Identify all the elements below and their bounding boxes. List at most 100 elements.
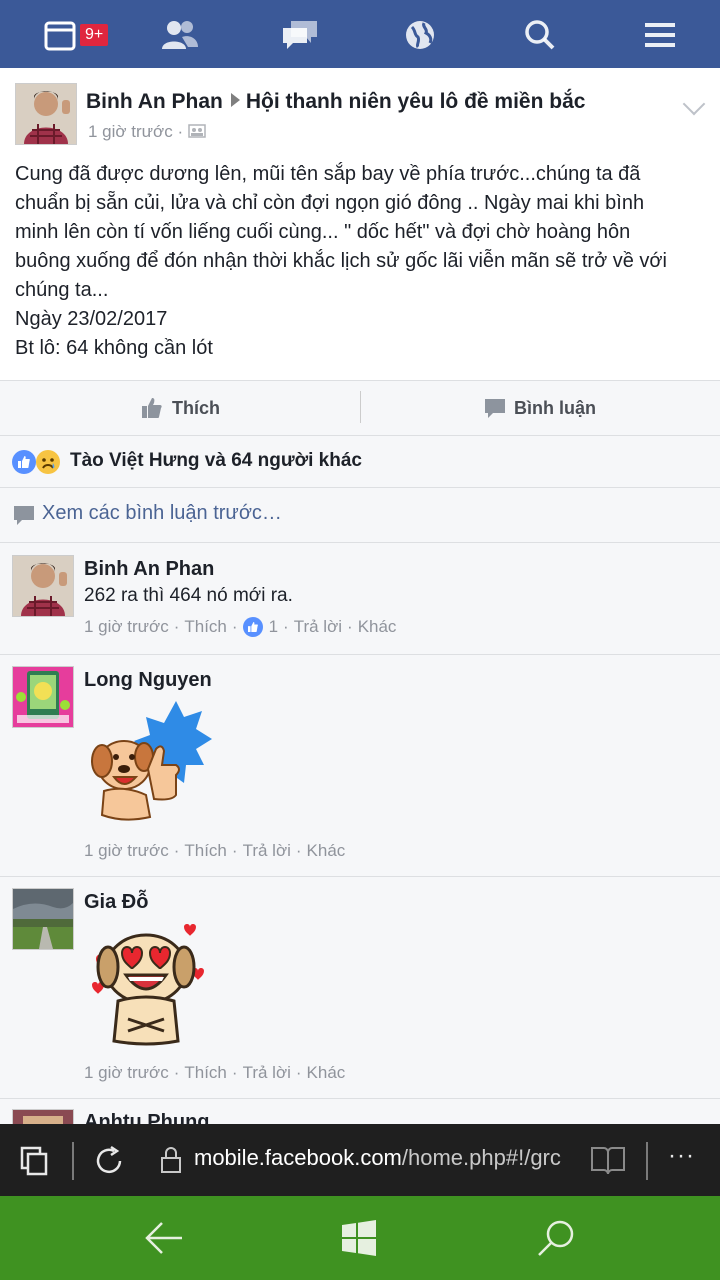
comment-more-link[interactable]: Khác	[307, 1063, 346, 1083]
commenter-avatar[interactable]	[12, 666, 74, 728]
post-timestamp: 1 giờ trước ·	[88, 122, 206, 142]
view-previous-comments[interactable]: Xem các bình luận trước…	[0, 488, 720, 543]
lock-icon	[161, 1147, 181, 1173]
comment-button[interactable]: Bình luận	[484, 381, 596, 435]
comment-time[interactable]: 1 giờ trước	[84, 617, 169, 637]
notification-badge: 9+	[78, 22, 111, 48]
comment-like-link[interactable]: Thích	[184, 617, 227, 637]
comment-reply-link[interactable]: Trả lời	[294, 617, 342, 637]
friends-icon	[162, 21, 198, 49]
notifications-button[interactable]: 9+	[30, 12, 111, 58]
meta-separator: ·	[173, 841, 180, 860]
avatar-image	[13, 667, 73, 727]
more-actions-button[interactable]: ···	[668, 1142, 695, 1170]
sad-reaction-icon	[36, 450, 60, 474]
toolbar-divider	[72, 1142, 74, 1180]
back-arrow-icon[interactable]	[144, 1220, 184, 1256]
post-header: Binh An Phan Hội thanh niên yêu lô đề miề…	[86, 90, 585, 114]
like-label: Thích	[172, 397, 220, 418]
meta-separator: ·	[295, 1063, 302, 1082]
post-body-line: chúng ta...	[15, 279, 109, 301]
commenter-name[interactable]: Binh An Phan	[84, 558, 214, 581]
tabs-icon[interactable]	[20, 1146, 50, 1176]
messages-icon	[283, 21, 317, 49]
search-icon	[525, 20, 555, 50]
reactions-summary[interactable]: Tào Việt Hưng và 64 người khác	[0, 436, 720, 488]
menu-icon	[645, 23, 675, 47]
toolbar-divider	[646, 1142, 648, 1180]
comment-time[interactable]: 1 giờ trước	[84, 841, 169, 861]
post-body-line: minh lên còn tí vốn liếng cuối cùng... "…	[15, 221, 631, 243]
like-count-icon	[242, 617, 263, 637]
comment-meta: 1 giờ trước · Thích · Trả lời · Khác	[84, 1063, 345, 1083]
search-button[interactable]	[510, 12, 570, 58]
windows-logo-icon[interactable]	[341, 1220, 377, 1256]
post-body-line: buông xuống để đón nhận thời khắc lịch s…	[15, 250, 667, 272]
comment-meta: 1 giờ trước · Thích · 1 · Trả lời · Khác	[84, 617, 396, 637]
shared-to-arrow-icon	[230, 93, 240, 107]
commenter-avatar[interactable]	[12, 888, 74, 950]
like-button[interactable]: Thích	[140, 381, 220, 435]
comment-bubble-icon	[14, 506, 34, 525]
comment-more-link[interactable]: Khác	[358, 617, 397, 637]
avatar-image	[13, 889, 73, 949]
comment-meta: 1 giờ trước · Thích · Trả lời · Khác	[84, 841, 345, 861]
comment-text: 262 ra thì 464 nó mới ra.	[84, 585, 293, 606]
friends-button[interactable]	[150, 12, 210, 58]
comment: Binh An Phan 262 ra thì 464 nó mới ra. 1…	[0, 543, 720, 655]
commenter-name[interactable]: Long Nguyen	[84, 669, 212, 692]
facebook-top-bar: 9+	[0, 0, 720, 68]
meta-separator: ·	[295, 841, 302, 860]
post-actions-bar: Thích Bình luận	[0, 380, 720, 436]
dog-heart-eyes-sticker[interactable]	[88, 923, 212, 1047]
commenter-avatar[interactable]	[12, 555, 74, 617]
comment: Gia Đỗ 1 giờ trước · Thích · Trả lời · K…	[0, 877, 720, 1099]
post-options-chevron-icon[interactable]	[682, 92, 706, 116]
post-body-line: Ngày 23/02/2017	[15, 308, 168, 330]
thumbs-up-icon	[142, 398, 162, 418]
globe-icon	[406, 21, 434, 49]
post: Binh An Phan Hội thanh niên yêu lô đề miề…	[0, 68, 720, 380]
commenter-name[interactable]: Gia Đỗ	[84, 891, 148, 914]
refresh-icon[interactable]	[92, 1144, 126, 1178]
meta-separator: ·	[283, 617, 289, 636]
post-body-line: Bt lô: 64 không cần lót	[15, 337, 213, 359]
time-separator: ·	[177, 122, 184, 141]
comment-like-count[interactable]: 1	[269, 617, 278, 637]
reactions-text: Tào Việt Hưng và 64 người khác	[70, 450, 362, 471]
comment-icon	[485, 399, 505, 418]
dog-thumbs-up-sticker[interactable]	[84, 699, 214, 825]
like-reaction-icon	[12, 450, 36, 474]
comment-like-link[interactable]: Thích	[184, 841, 227, 861]
comment-time[interactable]: 1 giờ trước	[84, 1063, 169, 1083]
comment-like-link[interactable]: Thích	[184, 1063, 227, 1083]
reading-view-icon[interactable]	[590, 1144, 626, 1176]
meta-separator: ·	[347, 617, 353, 636]
url-host: mobile.facebook.com	[194, 1145, 402, 1170]
comment-reply-link[interactable]: Trả lời	[243, 841, 291, 861]
meta-separator: ·	[231, 617, 238, 636]
url-field[interactable]: mobile.facebook.com/home.php#!/grc	[194, 1145, 578, 1171]
meta-separator: ·	[173, 1063, 180, 1082]
menu-button[interactable]	[630, 12, 690, 58]
search-icon[interactable]	[536, 1218, 576, 1258]
comment-reply-link[interactable]: Trả lời	[243, 1063, 291, 1083]
post-author-avatar[interactable]	[15, 83, 77, 145]
meta-separator: ·	[231, 841, 238, 860]
post-time-text[interactable]: 1 giờ trước	[88, 122, 173, 141]
meta-separator: ·	[231, 1063, 238, 1082]
url-path: /home.php#!/grc	[401, 1145, 561, 1170]
windows-navigation-bar	[0, 1196, 720, 1280]
post-author-name[interactable]: Binh An Phan	[86, 90, 223, 113]
group-privacy-icon	[188, 124, 206, 138]
comment-label: Bình luận	[514, 397, 596, 418]
post-body-line: Cung đã được dương lên, mũi tên sắp bay …	[15, 163, 641, 185]
actions-divider	[360, 391, 361, 423]
post-body-line: chuẩn bị sẵn củi, lửa và chỉ còn đợi ngọ…	[15, 192, 645, 214]
comment-more-link[interactable]: Khác	[307, 841, 346, 861]
globe-button[interactable]	[390, 12, 450, 58]
notifications-icon	[44, 21, 76, 51]
messages-button[interactable]	[270, 12, 330, 58]
comment: Long Nguyen 1 giờ trước · Thích · Trả lờ…	[0, 655, 720, 877]
post-group-name[interactable]: Hội thanh niên yêu lô đề miền bắc	[246, 90, 586, 113]
